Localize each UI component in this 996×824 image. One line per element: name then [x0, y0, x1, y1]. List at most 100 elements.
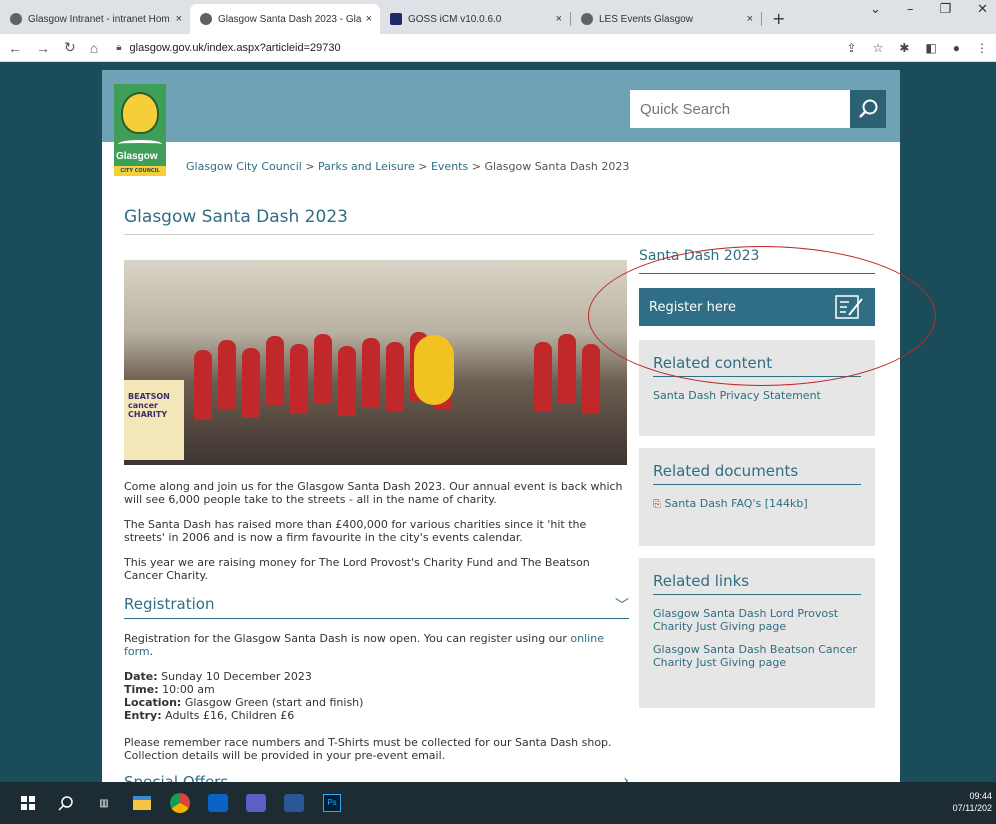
back-arrow-icon[interactable]: ← — [8, 40, 22, 56]
breadcrumb-link-events[interactable]: Events — [431, 160, 468, 173]
special-offers-accordion[interactable]: Special Offers › — [124, 773, 629, 782]
search-button[interactable] — [850, 90, 886, 128]
task-view-icon[interactable]: ▥ — [88, 787, 120, 819]
entry-value: Adults £16, Children £6 — [165, 709, 295, 722]
profile-icon[interactable]: ● — [953, 41, 960, 55]
search-input[interactable] — [630, 90, 850, 128]
windows-start-icon[interactable] — [12, 787, 44, 819]
share-icon[interactable]: ⇪ — [847, 41, 857, 55]
tab-les-events[interactable]: LES Events Glasgow × — [571, 4, 761, 34]
registration-intro-text: Registration for the Glasgow Santa Dash … — [124, 632, 567, 645]
home-icon[interactable]: ⌂ — [90, 40, 98, 56]
related-content-panel: Related content Santa Dash Privacy State… — [639, 340, 875, 436]
related-links-panel: Related links Glasgow Santa Dash Lord Pr… — [639, 558, 875, 708]
history-paragraph: The Santa Dash has raised more than £400… — [124, 518, 587, 544]
lock-icon[interactable]: 🔒︎ — [116, 42, 121, 53]
register-label: Register here — [649, 299, 736, 315]
extensions-icon[interactable]: ✱ — [899, 41, 909, 55]
tab-close-icon[interactable]: × — [176, 13, 182, 25]
forward-arrow-icon[interactable]: → — [36, 40, 50, 56]
special-offers-heading: Special Offers — [124, 773, 229, 782]
tab-title: Glasgow Intranet - intranet Hom — [28, 13, 170, 25]
faq-document-label: Santa Dash FAQ's [144kb] — [664, 497, 808, 510]
tab-goss[interactable]: GOSS iCM v10.0.6.0 × — [380, 4, 570, 34]
breadcrumb-separator: > — [471, 160, 481, 173]
chevron-right-icon: › — [623, 773, 629, 782]
search-icon — [859, 99, 878, 118]
related-content-heading: Related content — [653, 354, 861, 377]
bookmark-star-icon[interactable]: ☆ — [873, 41, 884, 55]
crest-icon — [121, 92, 159, 134]
tab-title: GOSS iCM v10.0.6.0 — [408, 13, 502, 25]
teams-icon[interactable] — [240, 787, 272, 819]
page-container: Glasgow CITY COUNCIL Glasgow City Counci… — [102, 70, 900, 782]
location-label: Location: — [124, 696, 182, 709]
faq-document-link[interactable]: ⎘ Santa Dash FAQ's [144kb] — [653, 497, 861, 511]
site-header — [102, 70, 900, 142]
url-text: glasgow.gov.uk/index.aspx?articleid=2973… — [129, 41, 341, 54]
tab-strip: Glasgow Intranet - intranet Hom × Glasgo… — [0, 0, 996, 34]
related-links-heading: Related links — [653, 572, 861, 595]
privacy-statement-link[interactable]: Santa Dash Privacy Statement — [653, 389, 861, 402]
collection-note: Please remember race numbers and T-Shirt… — [124, 736, 612, 762]
clock-date: 07/11/202 — [952, 803, 992, 813]
chevron-down-icon: ﹀ — [615, 598, 629, 614]
location-value: Glasgow Green (start and finish) — [184, 696, 364, 709]
date-value: Sunday 10 December 2023 — [161, 670, 312, 683]
logo-subtext: CITY COUNCIL — [114, 166, 166, 176]
system-clock[interactable]: 09:44 07/11/202 — [953, 790, 992, 814]
breadcrumb-link-council[interactable]: Glasgow City Council — [186, 160, 302, 173]
tab-search-icon[interactable]: ⌄ — [870, 2, 881, 17]
pdf-icon: ⎘ — [653, 499, 661, 510]
tab-santa-dash[interactable]: Glasgow Santa Dash 2023 - Glas × — [190, 4, 380, 34]
word-icon[interactable] — [278, 787, 310, 819]
title-divider — [124, 234, 874, 235]
tab-close-icon[interactable]: × — [747, 13, 753, 25]
photoshop-icon[interactable]: Ps — [316, 787, 348, 819]
menu-kebab-icon[interactable]: ⋮ — [976, 41, 988, 55]
related-documents-heading: Related documents — [653, 462, 861, 485]
chrome-favicon-icon — [581, 13, 593, 25]
santa-runners-photo — [194, 330, 614, 440]
registration-intro: Registration for the Glasgow Santa Dash … — [124, 632, 604, 658]
tab-close-icon[interactable]: × — [366, 13, 372, 25]
outlook-icon[interactable] — [202, 787, 234, 819]
tab-title: LES Events Glasgow — [599, 13, 693, 25]
chrome-icon[interactable] — [164, 787, 196, 819]
address-bar: ← → ↻ ⌂ 🔒︎ glasgow.gov.uk/index.aspx?art… — [0, 34, 996, 62]
charity-paragraph: This year we are raising money for The L… — [124, 556, 590, 582]
sidebar-divider — [639, 273, 875, 274]
goss-favicon-icon — [390, 13, 402, 25]
register-button[interactable]: Register here — [639, 288, 875, 326]
sidebar-title: Santa Dash 2023 — [639, 248, 760, 264]
windows-taskbar: ▥ Ps 09:44 07/11/202 — [0, 782, 996, 824]
quick-search — [630, 90, 886, 128]
date-label: Date: — [124, 670, 158, 683]
search-icon[interactable] — [50, 787, 82, 819]
side-panel-icon[interactable]: ◧ — [925, 41, 936, 55]
beatson-link[interactable]: Glasgow Santa Dash Beatson Cancer Charit… — [653, 643, 861, 669]
charity-banner: BEATSON cancer CHARITY — [124, 380, 184, 460]
breadcrumb-link-parks[interactable]: Parks and Leisure — [318, 160, 415, 173]
close-window-icon[interactable]: ✕ — [977, 2, 988, 17]
reload-icon[interactable]: ↻ — [64, 39, 76, 56]
tab-intranet[interactable]: Glasgow Intranet - intranet Hom × — [0, 4, 190, 34]
url-field[interactable]: 🔒︎ glasgow.gov.uk/index.aspx?articleid=2… — [112, 37, 846, 59]
chrome-favicon-icon — [10, 13, 22, 25]
new-tab-button[interactable]: + — [762, 9, 795, 34]
tab-close-icon[interactable]: × — [556, 13, 562, 25]
toolbar-icons: ⇪ ☆ ✱ ◧ ● ⋮ — [847, 41, 988, 55]
restore-icon[interactable]: ❐ — [939, 2, 951, 17]
registration-accordion[interactable]: Registration ﹀ — [124, 595, 629, 619]
breadcrumb-separator: > — [305, 160, 315, 173]
breadcrumb-current: Glasgow Santa Dash 2023 — [484, 160, 630, 173]
bee-mascot — [414, 335, 454, 405]
lord-provost-link[interactable]: Glasgow Santa Dash Lord Provost Charity … — [653, 607, 861, 633]
minimize-icon[interactable]: – — [907, 2, 914, 17]
logo-text: Glasgow — [116, 151, 158, 162]
glasgow-logo[interactable]: Glasgow CITY COUNCIL — [114, 84, 166, 176]
file-explorer-icon[interactable] — [126, 787, 158, 819]
tab-title: Glasgow Santa Dash 2023 - Glas — [218, 13, 362, 25]
chrome-favicon-icon — [200, 13, 212, 25]
time-value: 10:00 am — [162, 683, 215, 696]
